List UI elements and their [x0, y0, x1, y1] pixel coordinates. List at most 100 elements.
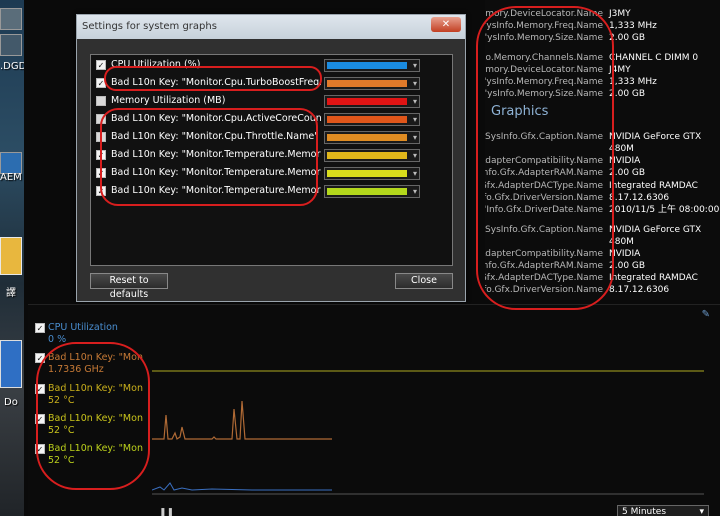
- graph-series-row[interactable]: Bad L10n Key: "Monitor.Cpu.Throttle.Name…: [96, 130, 446, 146]
- series-checkbox[interactable]: ✓: [96, 60, 106, 70]
- graphics-section-title: Graphics: [491, 104, 549, 119]
- series-label: Bad L10n Key: "Monitor.Temperature.Memor…: [111, 167, 321, 178]
- close-icon[interactable]: ✕: [431, 17, 461, 32]
- series-checkbox[interactable]: ✓: [35, 414, 45, 424]
- word-document-icon[interactable]: [0, 340, 22, 388]
- info-key: Info.Gfx.DriverVersion.Name": [485, 285, 603, 295]
- color-swatch: [327, 98, 407, 105]
- series-color-dropdown[interactable]: ▾: [324, 113, 420, 126]
- series-color-dropdown[interactable]: ▾: [324, 95, 420, 108]
- series-color-dropdown[interactable]: ▾: [324, 131, 420, 144]
- series-checkbox[interactable]: ✓: [96, 150, 106, 160]
- chevron-down-icon: ▾: [412, 169, 417, 178]
- info-key: Memory.DeviceLocator.Name": [485, 65, 603, 75]
- dialog-title-bar[interactable]: Settings for system graphs ✕: [77, 15, 465, 39]
- info-value: 2.00 GB: [609, 261, 646, 271]
- series-label: Bad L10n Key: "Moni...: [48, 413, 143, 424]
- graph-series-row[interactable]: ✓ Bad L10n Key: "Monitor.Cpu.TurboBoostFr…: [96, 76, 446, 92]
- folder-icon[interactable]: [0, 237, 22, 275]
- graph-series-row[interactable]: Memory Utilization (MB) ▾: [96, 94, 446, 110]
- chevron-down-icon: ▾: [699, 507, 704, 516]
- graph-series-row[interactable]: Bad L10n Key: "Monitor.Cpu.ActiveCoreCou…: [96, 112, 446, 128]
- interval-value: 5 Minutes: [622, 507, 667, 516]
- info-key: Memory.DeviceLocator.Name": [485, 9, 603, 19]
- color-swatch: [327, 80, 407, 87]
- series-checkbox[interactable]: ✓: [96, 186, 106, 196]
- info-key: ysInfo.Memory.Freq.Name": [485, 21, 603, 31]
- info-value: 2.00 GB: [609, 168, 646, 178]
- desktop-strip: .DGD AEM 譯 Do: [0, 0, 24, 516]
- info-key: ysInfo.Memory.Size.Name": [485, 33, 603, 43]
- chevron-down-icon: ▾: [412, 133, 417, 142]
- info-row: SysInfo.Gfx.Caption.Name" NVIDIA GeForce …: [485, 224, 720, 236]
- series-label: Bad L10n Key: "Moni...: [48, 383, 143, 394]
- info-value: Integrated RAMDAC: [609, 273, 698, 283]
- info-row: ysInfo.Memory.Freq.Name" 1,333 MHz: [485, 76, 720, 88]
- series-checkbox[interactable]: [96, 132, 106, 142]
- info-row: ysInfo.Memory.Size.Name" 2.00 GB: [485, 88, 720, 100]
- info-value: NVIDIA: [609, 249, 641, 259]
- info-row: AdapterCompatibility.Name" NVIDIA: [485, 155, 720, 167]
- graph-series-row[interactable]: ✓ Bad L10n Key: "Monitor.Temperature.Memo…: [96, 148, 446, 164]
- info-key: Info.Gfx.DriverDate.Name": [485, 205, 603, 215]
- settings-dialog: Settings for system graphs ✕ ✓ CPU Utiliz…: [76, 14, 466, 302]
- series-checkbox[interactable]: ✓: [96, 168, 106, 178]
- series-color-dropdown[interactable]: ▾: [324, 59, 420, 72]
- color-swatch: [327, 170, 407, 177]
- series-label: Bad L10n Key: "Monitor.Temperature.Memor…: [111, 149, 321, 160]
- series-checkbox[interactable]: ✓: [96, 78, 106, 88]
- info-value: NVIDIA: [609, 156, 641, 166]
- info-value: 1,333 MHz: [609, 77, 657, 87]
- info-key: nfo.Gfx.AdapterRAM.Name": [485, 261, 603, 271]
- info-value: 8.17.12.6306: [609, 193, 670, 203]
- series-checkbox[interactable]: [96, 96, 106, 106]
- info-key: nfo.Gfx.AdapterRAM.Name": [485, 168, 603, 178]
- info-key: ysInfo.Memory.Freq.Name": [485, 77, 603, 87]
- settings-wrench-icon[interactable]: ✎: [702, 309, 710, 320]
- system-info-panel: Memory.DeviceLocator.Name"J3MYysInfo.Mem…: [485, 0, 720, 300]
- info-value: 2010/11/5 上午 08:00:00: [609, 205, 720, 215]
- info-key: o.Gfx.AdapterDACType.Name": [485, 181, 603, 191]
- series-checkbox[interactable]: ✓: [35, 323, 45, 333]
- graph-series-row[interactable]: ✓ Bad L10n Key: "Monitor.Temperature.Memo…: [96, 166, 446, 182]
- series-label: Bad L10n Key: "Moni...: [48, 443, 143, 454]
- series-color-dropdown[interactable]: ▾: [324, 185, 420, 198]
- color-swatch: [327, 152, 407, 159]
- system-graph-gadget: ✎ ✓ CPU Utilization 0 % ✓ Bad L10n Key: "Mon…: [28, 304, 720, 516]
- info-row: o.Gfx.AdapterDACType.Name" Integrated RAM…: [485, 272, 720, 284]
- shortcut-icon[interactable]: [0, 152, 22, 174]
- series-label: CPU Utilization (%): [111, 59, 201, 70]
- series-checkbox[interactable]: ✓: [35, 353, 45, 363]
- series-checkbox[interactable]: ✓: [35, 384, 45, 394]
- series-color-dropdown[interactable]: ▾: [324, 149, 420, 162]
- info-value: 2.00 GB: [609, 33, 646, 43]
- desktop-icon[interactable]: [0, 8, 22, 30]
- series-checkbox[interactable]: ✓: [35, 444, 45, 454]
- series-color-dropdown[interactable]: ▾: [324, 77, 420, 90]
- info-value: 480M: [609, 144, 634, 154]
- series-label: Bad L10n Key: "Moni...: [48, 352, 143, 363]
- color-swatch: [327, 188, 407, 195]
- time-interval-select[interactable]: 5 Minutes ▾: [617, 505, 709, 516]
- chevron-down-icon: ▾: [412, 79, 417, 88]
- series-checkbox[interactable]: [96, 114, 106, 124]
- cpu-frequency-line: [152, 400, 332, 440]
- chevron-down-icon: ▾: [412, 97, 417, 106]
- info-value: NVIDIA GeForce GTX: [609, 132, 702, 142]
- info-row: ysInfo.Memory.Size.Name" 2.00 GB: [485, 32, 720, 44]
- pause-icon[interactable]: ❚❚: [159, 508, 174, 516]
- info-value: 1,333 MHz: [609, 21, 657, 31]
- desktop-icon[interactable]: [0, 34, 22, 56]
- series-color-dropdown[interactable]: ▾: [324, 167, 420, 180]
- close-button[interactable]: Close: [395, 273, 453, 289]
- info-key: ysInfo.Memory.Size.Name": [485, 89, 603, 99]
- graph-series-row[interactable]: ✓ Bad L10n Key: "Monitor.Temperature.Memo…: [96, 184, 446, 200]
- info-row-continued: 480M: [485, 143, 720, 155]
- chevron-down-icon: ▾: [412, 187, 417, 196]
- info-row: ysInfo.Memory.Freq.Name" 1,333 MHz: [485, 20, 720, 32]
- reset-to-defaults-button[interactable]: Reset to defaults: [90, 273, 168, 300]
- info-row: Memory.DeviceLocator.Name" J3MY: [485, 8, 720, 20]
- info-key: SysInfo.Gfx.Caption.Name": [485, 132, 603, 142]
- desktop-icon-label: .DGD: [0, 61, 24, 72]
- graph-series-row[interactable]: ✓ CPU Utilization (%) ▾: [96, 58, 446, 74]
